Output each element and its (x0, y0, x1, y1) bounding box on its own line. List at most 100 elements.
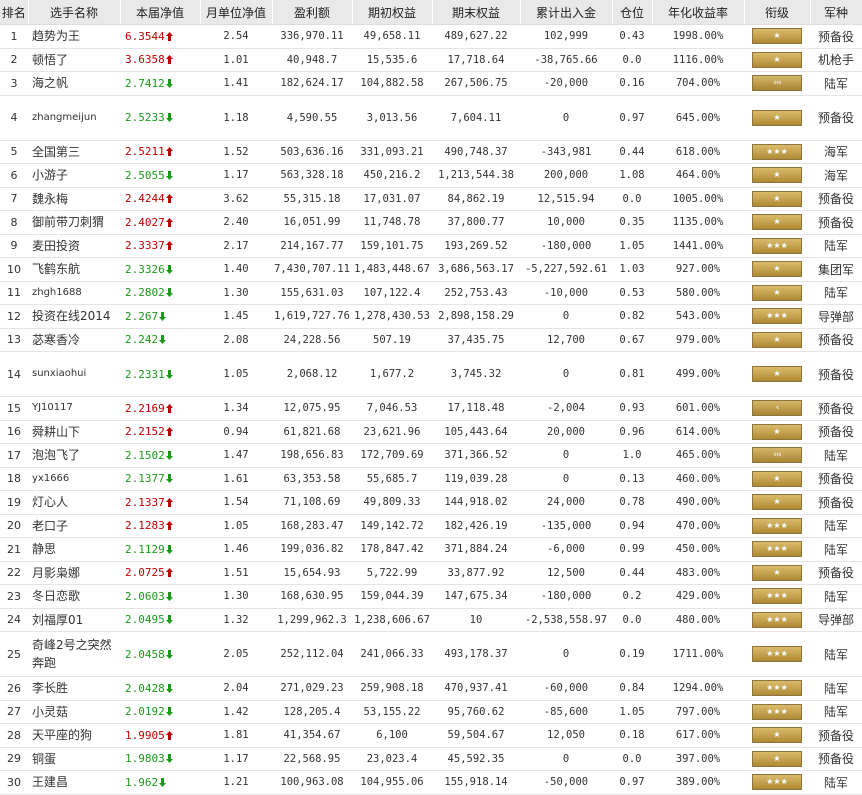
table-row[interactable]: 24 刘福厚01 2.0495 1.32 1,299,962.3 1,238,606.67… (0, 608, 862, 632)
header-profit[interactable]: 盈利额 (272, 0, 353, 25)
rank-insignia-icon: ★★★ (752, 703, 802, 720)
player-name-link[interactable]: 泡泡飞了 (28, 443, 120, 468)
header-start-equity[interactable]: 期初权益 (352, 0, 433, 25)
header-monthly-net[interactable]: 月单位净值 (200, 0, 273, 25)
player-name-link[interactable]: 趋势为王 (28, 24, 120, 49)
start-equity-cell: 55,685.7 (352, 467, 432, 491)
end-equity-cell: 1,213,544.38 (432, 163, 520, 188)
table-row[interactable]: 30 王建昌 1.962 1.21 100,963.08 104,955.06 155,91… (0, 770, 862, 795)
table-row[interactable]: 22 月影枭娜 2.0725 1.51 15,654.93 5,722.99 33,877.… (0, 561, 862, 585)
profit-cell: 199,036.82 (272, 537, 352, 562)
branch-cell: 集团军 (810, 257, 862, 282)
header-net-value[interactable]: 本届净值 (120, 0, 201, 25)
player-name-link[interactable]: 小灵菇 (28, 700, 120, 724)
net-flow-cell: 12,515.94 (520, 187, 612, 211)
player-name-link[interactable]: 老口子 (28, 514, 120, 538)
rank-insignia-icon: ★ (752, 28, 802, 45)
table-row[interactable]: 4 zhangmeijun 2.5233 1.18 4,590.55 3,013.56 7,… (0, 95, 862, 141)
header-annual-return[interactable]: 年化收益率 (652, 0, 745, 25)
player-name-link[interactable]: 舜耕山下 (28, 420, 120, 444)
header-net-flow[interactable]: 累计出入金 (520, 0, 613, 25)
start-equity-cell: 507.19 (352, 328, 432, 352)
up-arrow-icon (165, 194, 173, 204)
player-name-link[interactable]: 铜蛋 (28, 747, 120, 771)
player-name-link[interactable]: 海之帆 (28, 71, 120, 96)
table-row[interactable]: 27 小灵菇 2.0192 1.42 128,205.4 53,155.22 95,760.… (0, 700, 862, 724)
table-row[interactable]: 11 zhgh1688 2.2802 1.30 155,631.03 107,122.4 2… (0, 281, 862, 305)
header-branch[interactable]: 军种 (810, 0, 862, 25)
player-name-link[interactable]: 灯心人 (28, 490, 120, 515)
position-cell: 1.05 (612, 234, 652, 258)
table-row[interactable]: 3 海之帆 2.7412 1.41 182,624.17 104,882.58 267,50… (0, 71, 862, 96)
player-name-link[interactable]: 顿悟了 (28, 48, 120, 72)
start-equity-cell: 3,013.56 (352, 95, 432, 141)
down-arrow-icon (165, 544, 173, 554)
table-row[interactable]: 16 舜耕山下 2.2152 0.94 61,821.68 23,621.96 105,44… (0, 420, 862, 444)
profit-cell: 61,821.68 (272, 420, 352, 444)
table-row[interactable]: 20 老口子 2.1283 1.05 168,283.47 149,142.72 182,4… (0, 514, 862, 538)
profit-cell: 40,948.7 (272, 48, 352, 72)
header-rank-insignia[interactable]: 衔级 (744, 0, 811, 25)
table-row[interactable]: 14 sunxiaohui 2.2331 1.05 2,068.12 1,677.2 3,7… (0, 351, 862, 397)
annual-return-cell: 601.00% (652, 396, 744, 421)
table-row[interactable]: 26 李长胜 2.0428 2.04 271,029.23 259,908.18 470,9… (0, 676, 862, 701)
player-name-link[interactable]: 冬日恋歌 (28, 584, 120, 609)
rank-cell: 6 (0, 163, 28, 188)
table-row[interactable]: 6 小游子 2.5055 1.17 563,328.18 450,216.2 1,213,5… (0, 163, 862, 188)
table-row[interactable]: 8 御前带刀刺猬 2.4027 2.40 16,051.99 11,748.78 37,80… (0, 210, 862, 235)
player-name-link[interactable]: 御前带刀刺猬 (28, 210, 120, 235)
table-row[interactable]: 19 灯心人 2.1337 1.54 71,108.69 49,809.33 144,918… (0, 490, 862, 515)
table-row[interactable]: 10 飞鹤东航 2.3326 1.40 7,430,707.11 1,483,448.67… (0, 257, 862, 282)
table-row[interactable]: 9 麦田投资 2.3337 2.17 214,167.77 159,101.75 193,2… (0, 234, 862, 258)
rank-cell: 10 (0, 257, 28, 282)
player-name-link[interactable]: 李长胜 (28, 676, 120, 701)
rank-cell: 8 (0, 210, 28, 235)
table-row[interactable]: 21 静思 2.1129 1.46 199,036.82 178,847.42 371,88… (0, 537, 862, 562)
rank-cell: 13 (0, 328, 28, 352)
header-player-name[interactable]: 选手名称 (28, 0, 121, 25)
start-equity-cell: 5,722.99 (352, 561, 432, 585)
player-name-link[interactable]: 王建昌 (28, 770, 120, 795)
table-row[interactable]: 1 趋势为王 6.3544 2.54 336,970.11 49,658.11 489,62… (0, 24, 862, 49)
header-position[interactable]: 仓位 (612, 0, 653, 25)
player-name-link[interactable]: YJ10117 (28, 396, 120, 421)
table-row[interactable]: 29 铜蛋 1.9803 1.17 22,568.95 23,023.4 45,592.35… (0, 747, 862, 771)
net-flow-cell: -180,000 (520, 584, 612, 609)
player-name-link[interactable]: yx1666 (28, 467, 120, 491)
table-row[interactable]: 7 魏永梅 2.4244 3.62 55,315.18 17,031.07 84,862.1… (0, 187, 862, 211)
annual-return-cell: 618.00% (652, 140, 744, 164)
player-name-link[interactable]: 魏永梅 (28, 187, 120, 211)
table-row[interactable]: 17 泡泡飞了 2.1502 1.47 198,656.83 172,709.69 371,… (0, 443, 862, 468)
player-name-link[interactable]: 天平座的狗 (28, 723, 120, 748)
player-name-link[interactable]: 小游子 (28, 163, 120, 188)
net-flow-cell: -10,000 (520, 281, 612, 305)
table-row[interactable]: 12 投资在线2014 2.267 1.45 1,619,727.76 1,278,430… (0, 304, 862, 329)
header-rank[interactable]: 排名 (0, 0, 29, 25)
table-row[interactable]: 18 yx1666 2.1377 1.61 63,353.58 55,685.7 119,0… (0, 467, 862, 491)
player-name-link[interactable]: 全国第三 (28, 140, 120, 164)
player-name-link[interactable]: 麦田投资 (28, 234, 120, 258)
table-row[interactable]: 28 天平座的狗 1.9905 1.81 41,354.67 6,100 59,504.67… (0, 723, 862, 748)
player-name-link[interactable]: 刘福厚01 (28, 608, 120, 632)
table-row[interactable]: 5 全国第三 2.5211 1.52 503,636.16 331,093.21 490,7… (0, 140, 862, 164)
player-name-link[interactable]: zhangmeijun (28, 95, 120, 141)
table-row[interactable]: 13 苾寒香冷 2.242 2.08 24,228.56 507.19 37,435.75 1… (0, 328, 862, 352)
position-cell: 0.99 (612, 537, 652, 562)
table-row[interactable]: 15 YJ10117 2.2169 1.34 12,075.95 7,046.53 17,1… (0, 396, 862, 421)
end-equity-cell: 59,504.67 (432, 723, 520, 748)
net-value-cell: 6.3544 (120, 24, 200, 49)
start-equity-cell: 172,709.69 (352, 443, 432, 468)
branch-cell: 预备役 (810, 396, 862, 421)
player-name-link[interactable]: zhgh1688 (28, 281, 120, 305)
player-name-link[interactable]: 静思 (28, 537, 120, 562)
table-row[interactable]: 23 冬日恋歌 2.0603 1.30 168,630.95 159,044.39 147,… (0, 584, 862, 609)
table-row[interactable]: 2 顿悟了 3.6358 1.01 40,948.7 15,535.6 17,718.64-… (0, 48, 862, 72)
player-name-link[interactable]: sunxiaohui (28, 351, 120, 397)
player-name-link[interactable]: 苾寒香冷 (28, 328, 120, 352)
player-name-link[interactable]: 投资在线2014 (28, 304, 120, 329)
header-end-equity[interactable]: 期末权益 (432, 0, 521, 25)
player-name-link[interactable]: 飞鹤东航 (28, 257, 120, 282)
net-flow-cell: -2,538,558.97 (520, 608, 612, 632)
profit-cell: 128,205.4 (272, 700, 352, 724)
player-name-link[interactable]: 月影枭娜 (28, 561, 120, 585)
